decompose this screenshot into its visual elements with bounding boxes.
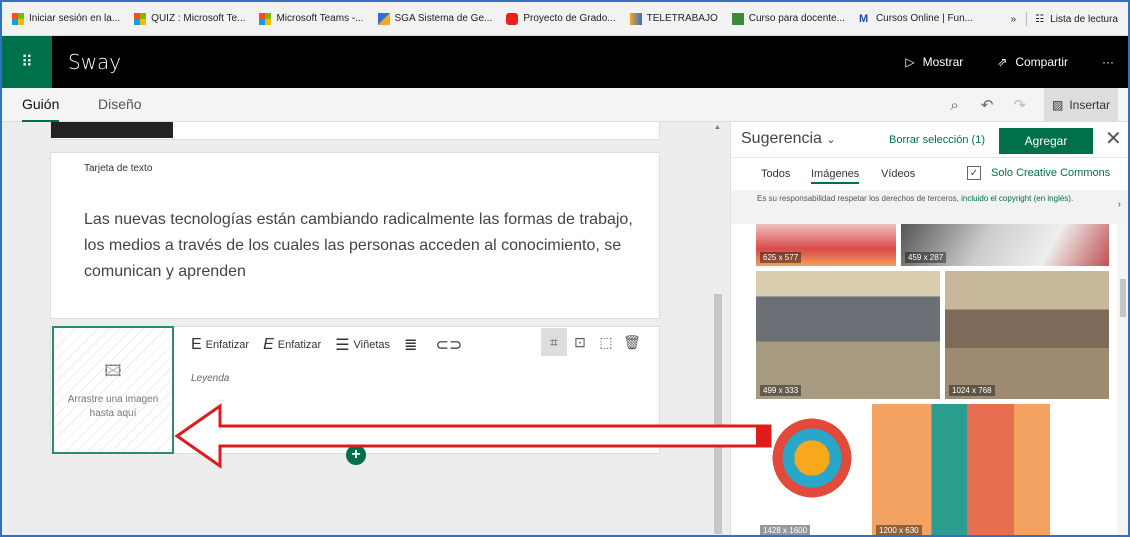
divider <box>1026 12 1028 26</box>
screenshot-frame: Iniciar sesión en la... QUIZ : Microsoft… <box>0 0 1130 537</box>
share-button[interactable]: Compartir <box>1015 55 1068 69</box>
microsoft-icon <box>259 12 272 25</box>
creative-commons-filter[interactable]: ✓ Solo Creative Commons <box>967 166 1110 180</box>
image-result[interactable]: 459 x 287 <box>901 224 1109 266</box>
scrollbar-thumb[interactable] <box>1120 279 1126 317</box>
microsoft-icon <box>134 12 147 25</box>
emphasize-button[interactable]: E Enfatizar <box>191 336 249 354</box>
emphasize-italic-button[interactable]: E Enfatizar <box>263 336 321 354</box>
reading-list-label[interactable]: Lista de lectura <box>1050 14 1118 25</box>
image-result[interactable]: 1200 x 630 <box>872 404 1109 535</box>
fit-icon[interactable]: ⬚ <box>593 328 619 356</box>
checkbox-checked-icon[interactable]: ✓ <box>967 166 981 180</box>
tab-storyline[interactable]: Guión <box>22 88 60 122</box>
app-name: Sway <box>68 50 122 74</box>
microsoft-icon <box>12 12 24 25</box>
panel-header: Sugerencia ⌄ Borrar selección (1) Agrega… <box>731 122 1128 158</box>
reading-list-icon[interactable]: ☷ <box>1035 14 1044 25</box>
media-type-tabs: Todos Imágenes Vídeos ✓ Solo Creative Co… <box>731 158 1128 190</box>
bookmarks-bar: Iniciar sesión en la... QUIZ : Microsoft… <box>2 2 1128 36</box>
copyright-notice: Es su responsabilidad respetar los derec… <box>731 190 1128 224</box>
search-icon[interactable]: ⌕ <box>950 97 958 114</box>
delete-icon[interactable]: 🗑 <box>619 328 645 356</box>
bullets-button[interactable]: ☰ Viñetas <box>335 335 390 355</box>
card-image-thumbnail <box>51 122 173 138</box>
clear-selection-button[interactable]: Borrar selección (1) <box>889 134 985 146</box>
text-card-label: Tarjeta de texto <box>84 163 153 174</box>
insert-button[interactable]: ▨ Insertar <box>1043 88 1118 122</box>
drop-zone-text: Arrastre una imagen hasta aquí <box>67 393 159 419</box>
tab-images[interactable]: Imágenes <box>811 168 860 184</box>
undo-icon[interactable]: ↶ <box>981 96 994 114</box>
insert-panel: Sugerencia ⌄ Borrar selección (1) Agrega… <box>730 122 1128 535</box>
bullets-icon: ☰ <box>335 337 350 354</box>
chevron-right-icon[interactable]: › <box>1118 200 1121 210</box>
youtube-icon <box>506 12 519 25</box>
bookmark-item[interactable]: M Cursos Online | Fun... <box>859 13 973 25</box>
numbered-list-icon: ≣ <box>404 337 418 354</box>
image-drop-zone[interactable]: 🖾 Arrastre una imagen hasta aquí <box>52 326 174 454</box>
add-button[interactable]: Agregar <box>999 128 1093 154</box>
bookmark-item[interactable]: TELETRABAJO <box>629 12 718 25</box>
course-icon <box>731 12 744 25</box>
more-options-icon[interactable]: ··· <box>1102 55 1114 69</box>
bookmark-item[interactable]: Microsoft Teams -... <box>259 12 364 25</box>
text-card[interactable]: Tarjeta de texto Las nuevas tecnologías … <box>50 152 660 319</box>
tab-bar: Guión Diseño ⌕ ↶ ↷ ▨ Insertar <box>2 88 1128 122</box>
sga-icon <box>377 12 390 25</box>
teletrabajo-icon <box>629 12 642 25</box>
tab-videos[interactable]: Vídeos <box>881 168 915 180</box>
numbered-list-button[interactable]: ≣ <box>404 335 421 355</box>
tab-all[interactable]: Todos <box>761 168 790 180</box>
image-result[interactable]: 1024 x 768 <box>945 271 1109 399</box>
bookmark-item[interactable]: QUIZ : Microsoft Te... <box>134 12 245 25</box>
close-icon[interactable]: ✕ <box>1105 126 1122 151</box>
bookmark-item[interactable]: Iniciar sesión en la... <box>12 12 120 25</box>
image-result[interactable]: 625 x 577 <box>756 224 896 266</box>
tab-design[interactable]: Diseño <box>98 88 142 122</box>
caption-toolbar: E Enfatizar E Enfatizar ☰ Viñetas ≣ ⊂⊃ <box>191 333 480 357</box>
app-bar: ⠿ Sway ▷ Mostrar ⇗ Compartir ··· <box>2 36 1128 88</box>
image-placeholder-icon: 🖾 <box>104 362 122 380</box>
source-dropdown[interactable]: Sugerencia ⌄ <box>741 130 836 148</box>
focus-toolbar: ⌗ ⊡ ⬚ 🗑 <box>541 328 645 356</box>
crop-icon[interactable]: ⊡ <box>567 328 593 356</box>
show-button[interactable]: Mostrar <box>923 55 964 69</box>
link-icon: ⊂⊃ <box>435 337 463 354</box>
copyright-link[interactable]: incluido el copyright (en inglés). <box>961 194 1073 203</box>
redo-icon[interactable]: ↷ <box>1013 96 1026 114</box>
chevron-down-icon: ⌄ <box>826 134 836 146</box>
arrow-tail <box>756 427 770 445</box>
image-results: 625 x 577 459 x 287 499 x 333 1024 x 768… <box>731 224 1117 535</box>
bookmark-item[interactable]: SGA Sistema de Ge... <box>377 12 492 25</box>
italic-e-icon: E <box>263 336 274 353</box>
bookmark-item[interactable]: Curso para docente... <box>731 12 845 25</box>
previous-card[interactable] <box>50 122 660 140</box>
panel-scrollbar[interactable] <box>1117 224 1128 535</box>
drag-arrow-annotation <box>174 403 772 469</box>
storyline-scrollbar[interactable]: ▲ <box>712 122 724 535</box>
share-icon[interactable]: ⇗ <box>997 55 1007 69</box>
image-icon: ▨ <box>1051 98 1064 112</box>
scroll-up-icon[interactable]: ▲ <box>714 124 721 131</box>
app-launcher-icon[interactable]: ⠿ <box>2 36 52 88</box>
focus-point-icon[interactable]: ⌗ <box>541 328 567 356</box>
bookmark-item[interactable]: Proyecto de Grado... <box>506 12 616 25</box>
arrow-shape <box>174 403 772 469</box>
bold-e-icon: E <box>191 336 202 353</box>
image-result[interactable]: 499 x 333 <box>756 271 940 399</box>
link-button[interactable]: ⊂⊃ <box>435 335 466 355</box>
play-icon[interactable]: ▷ <box>905 55 914 69</box>
cursos-icon: M <box>858 12 869 25</box>
bookmarks-more-button[interactable]: » <box>1011 14 1017 25</box>
caption-input[interactable]: Leyenda <box>191 373 229 384</box>
text-card-body[interactable]: Las nuevas tecnologías están cambiando r… <box>84 207 644 285</box>
storyline-area: Tarjeta de texto Las nuevas tecnologías … <box>2 122 730 535</box>
